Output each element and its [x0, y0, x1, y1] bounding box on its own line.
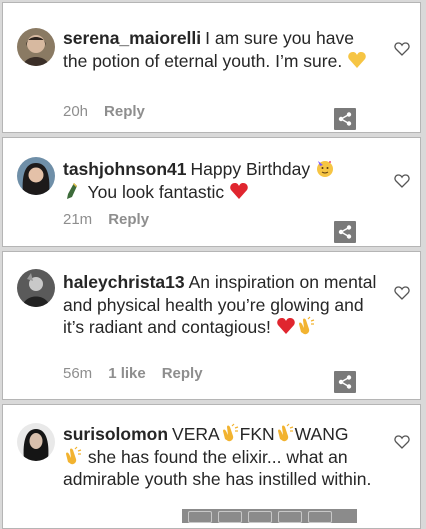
avatar[interactable] — [17, 157, 55, 195]
red-heart-icon — [276, 318, 295, 334]
comment-body-a: Happy Birthday — [190, 159, 311, 179]
clapping-hands-icon — [277, 423, 293, 442]
toolbar-button[interactable] — [188, 511, 212, 523]
avatar[interactable] — [17, 423, 55, 461]
reply-button[interactable]: Reply — [104, 103, 145, 120]
red-heart-icon — [230, 182, 248, 199]
clapping-hands-icon — [66, 446, 82, 464]
avatar[interactable] — [17, 269, 55, 307]
share-icon[interactable] — [334, 221, 356, 243]
comment-meta: 56m 1 like Reply — [63, 365, 203, 382]
heart-outline-icon[interactable] — [394, 173, 410, 189]
heart-outline-icon[interactable] — [394, 434, 410, 450]
comment-username[interactable]: haleychrista13 — [63, 272, 185, 292]
comment-text: haleychrista13 An inspiration on mental a… — [63, 271, 380, 339]
comment-time: 21m — [63, 211, 93, 228]
avatar[interactable] — [17, 28, 55, 66]
media-toolbar — [182, 509, 357, 523]
comment-meta: 20h Reply — [63, 103, 145, 120]
comment-username[interactable]: serena_maiorelli — [63, 28, 201, 48]
heart-outline-icon[interactable] — [394, 41, 410, 57]
toolbar-button[interactable] — [308, 511, 332, 523]
partying-face-icon — [317, 161, 334, 177]
share-icon[interactable] — [334, 108, 356, 130]
champagne-bottle-icon — [67, 182, 77, 199]
comment-card: haleychrista13 An inspiration on mental a… — [2, 251, 421, 400]
likes-count[interactable]: 1 like — [108, 365, 146, 382]
heart-outline-icon[interactable] — [394, 285, 410, 301]
clapping-hands-icon — [298, 316, 314, 335]
yellow-heart-icon — [348, 51, 366, 68]
reply-button[interactable]: Reply — [162, 365, 203, 382]
comment-time: 20h — [63, 103, 89, 120]
comment-text: serena_maiorelli I am sure you have the p… — [63, 27, 380, 72]
comment-meta: 21m Reply — [63, 211, 149, 228]
comment-body-a: VERA — [172, 424, 220, 444]
comment-body-b: You look fantastic — [87, 181, 225, 202]
comment-card: tashjohnson41 Happy Birthday You look fan… — [2, 137, 421, 247]
clapping-hands-icon — [222, 423, 238, 442]
comment-text: tashjohnson41 Happy Birthday You look fan… — [63, 158, 380, 203]
comment-username[interactable]: tashjohnson41 — [63, 159, 187, 179]
comment-body-d: she has found the elixir... what an admi… — [63, 446, 372, 490]
reply-button[interactable]: Reply — [108, 211, 149, 228]
comment-card: serena_maiorelli I am sure you have the p… — [2, 2, 421, 133]
toolbar-button[interactable] — [218, 511, 242, 523]
share-icon[interactable] — [334, 371, 356, 393]
comment-text: surisolomon VERA FKN WANG she has found the… — [63, 423, 380, 491]
toolbar-button[interactable] — [278, 511, 302, 523]
comment-username[interactable]: surisolomon — [63, 424, 168, 444]
comment-body-c: WANG — [294, 424, 349, 444]
comment-time: 56m — [63, 365, 93, 382]
toolbar-button[interactable] — [248, 511, 272, 523]
comment-body-b: FKN — [239, 424, 275, 444]
